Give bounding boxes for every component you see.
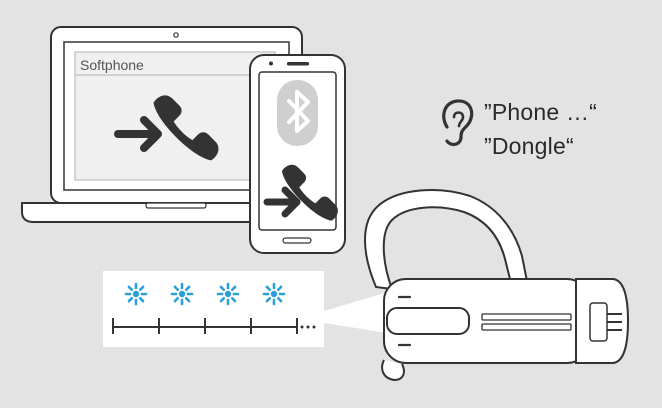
- voice-prompt-line-2: ”Dongle“: [484, 133, 574, 159]
- led-flash-icon: [216, 282, 240, 306]
- ear-icon: [442, 99, 474, 147]
- led-flash-icon: [262, 282, 286, 306]
- led-flash-icon: [170, 282, 194, 306]
- smartphone-camera: [269, 61, 273, 66]
- led-panel-box: [103, 271, 324, 347]
- headset-grille-top: [481, 313, 572, 321]
- voice-prompt-line-1: ”Phone …“: [484, 99, 598, 125]
- smartphone: [249, 54, 346, 254]
- led-sequence-panel: [103, 271, 324, 347]
- softphone-title: Softphone: [80, 57, 144, 73]
- headset-button: [386, 307, 470, 335]
- timeline-ellipsis: [300, 325, 316, 329]
- callout-wedge: [324, 292, 388, 333]
- headset: [364, 189, 630, 382]
- headset-grille-bottom: [481, 323, 572, 331]
- led-flash-icon: [124, 282, 148, 306]
- smartphone-speaker: [287, 62, 309, 66]
- ear-hook: [364, 189, 529, 291]
- headset-connector: [589, 302, 608, 342]
- laptop-trackpad-notch: [145, 202, 207, 209]
